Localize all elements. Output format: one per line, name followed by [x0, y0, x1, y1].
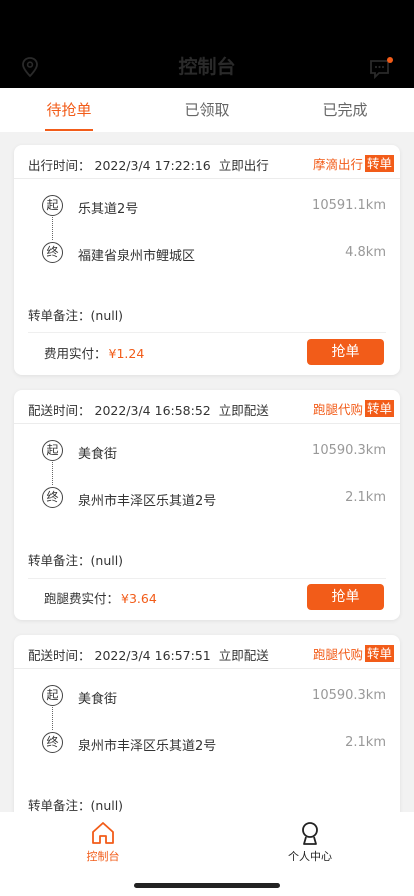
- end-distance: 2.1km: [345, 490, 386, 505]
- order-card-header: 出行时间： 2022/3/4 17:22:16 立即出行 摩滴出行 转单: [14, 145, 400, 179]
- fee-amount: ¥1.24: [108, 346, 145, 361]
- order-time: 配送时间： 2022/3/4 16:58:52 立即配送: [28, 403, 269, 418]
- message-icon[interactable]: [368, 56, 394, 80]
- tab-accepted[interactable]: 已领取: [138, 88, 276, 132]
- start-marker: 起: [42, 440, 63, 461]
- start-marker: 起: [42, 195, 63, 216]
- start-marker: 起: [42, 685, 63, 706]
- divider: [28, 578, 386, 579]
- end-address: 泉州市丰泽区乐其道2号: [78, 739, 217, 754]
- start-stop: 起 美食街 10590.3km: [14, 683, 400, 711]
- transfer-note: 转单备注：(null): [28, 308, 124, 323]
- end-distance: 4.8km: [345, 245, 386, 260]
- order-card: 配送时间： 2022/3/4 16:57:51 立即配送 跑腿代购 转单 起 美食…: [14, 635, 400, 812]
- fee-amount: ¥3.64: [121, 591, 157, 606]
- order-card: 配送时间： 2022/3/4 16:58:52 立即配送 跑腿代购 转单 起 美食…: [14, 390, 400, 620]
- grab-order-button[interactable]: 抢单: [307, 339, 384, 365]
- start-stop: 起 美食街 10590.3km: [14, 438, 400, 466]
- end-stop: 终 泉州市丰泽区乐其道2号 2.1km: [14, 485, 400, 513]
- route-connector: [52, 217, 53, 240]
- divider: [28, 332, 386, 333]
- start-address: 美食街: [78, 692, 118, 707]
- order-card-header: 配送时间： 2022/3/4 16:58:52 立即配送 跑腿代购 转单: [14, 390, 400, 424]
- transfer-badge: 转单: [364, 645, 394, 662]
- end-marker: 终: [42, 732, 63, 753]
- home-icon: [92, 822, 114, 844]
- grab-order-button[interactable]: 抢单: [307, 584, 384, 610]
- fee-paid: 费用实付： ¥1.24: [44, 346, 145, 361]
- start-distance: 10590.3km: [312, 443, 386, 458]
- route-connector: [52, 707, 53, 730]
- fee-paid: 跑腿费实付： ¥3.64: [44, 591, 157, 606]
- transfer-note: 转单备注：(null): [28, 798, 124, 812]
- route-connector: [52, 462, 53, 485]
- tab-completed[interactable]: 已完成: [276, 88, 414, 132]
- transfer-badge: 转单: [364, 400, 394, 417]
- home-indicator: [134, 883, 280, 888]
- transfer-badge: 转单: [364, 155, 394, 172]
- user-icon: [302, 822, 318, 845]
- tabbar-home[interactable]: 控制台: [43, 820, 163, 864]
- tabbar-home-label: 控制台: [86, 850, 120, 863]
- top-header: 控制台: [0, 0, 414, 88]
- end-marker: 终: [42, 487, 63, 508]
- order-tabs: 待抢单 已领取 已完成: [0, 88, 414, 132]
- start-stop: 起 乐其道2号 10591.1km: [14, 193, 400, 221]
- end-distance: 2.1km: [345, 735, 386, 750]
- end-stop: 终 福建省泉州市鲤城区 4.8km: [14, 240, 400, 268]
- tab-pending[interactable]: 待抢单: [0, 88, 138, 132]
- order-card: 出行时间： 2022/3/4 17:22:16 立即出行 摩滴出行 转单 起 乐其…: [14, 145, 400, 375]
- start-distance: 10590.3km: [312, 688, 386, 703]
- order-list[interactable]: 出行时间： 2022/3/4 17:22:16 立即出行 摩滴出行 转单 起 乐其…: [0, 132, 414, 812]
- service-tag: 摩滴出行 转单: [312, 155, 394, 172]
- end-marker: 终: [42, 242, 63, 263]
- start-address: 美食街: [78, 447, 118, 462]
- start-address: 乐其道2号: [78, 202, 139, 217]
- service-tag: 跑腿代购 转单: [312, 400, 394, 417]
- tabbar-user-label: 个人中心: [288, 850, 332, 863]
- start-distance: 10591.1km: [312, 198, 386, 213]
- service-tag: 跑腿代购 转单: [312, 645, 394, 662]
- end-address: 福建省泉州市鲤城区: [78, 249, 196, 264]
- order-time: 出行时间： 2022/3/4 17:22:16 立即出行: [28, 158, 269, 173]
- page-title: 控制台: [178, 56, 236, 78]
- order-time: 配送时间： 2022/3/4 16:57:51 立即配送: [28, 648, 269, 663]
- end-address: 泉州市丰泽区乐其道2号: [78, 494, 217, 509]
- order-card-header: 配送时间： 2022/3/4 16:57:51 立即配送 跑腿代购 转单: [14, 635, 400, 669]
- transfer-note: 转单备注：(null): [28, 553, 124, 568]
- tabbar-user-center[interactable]: 个人中心: [250, 820, 370, 864]
- end-stop: 终 泉州市丰泽区乐其道2号 2.1km: [14, 730, 400, 758]
